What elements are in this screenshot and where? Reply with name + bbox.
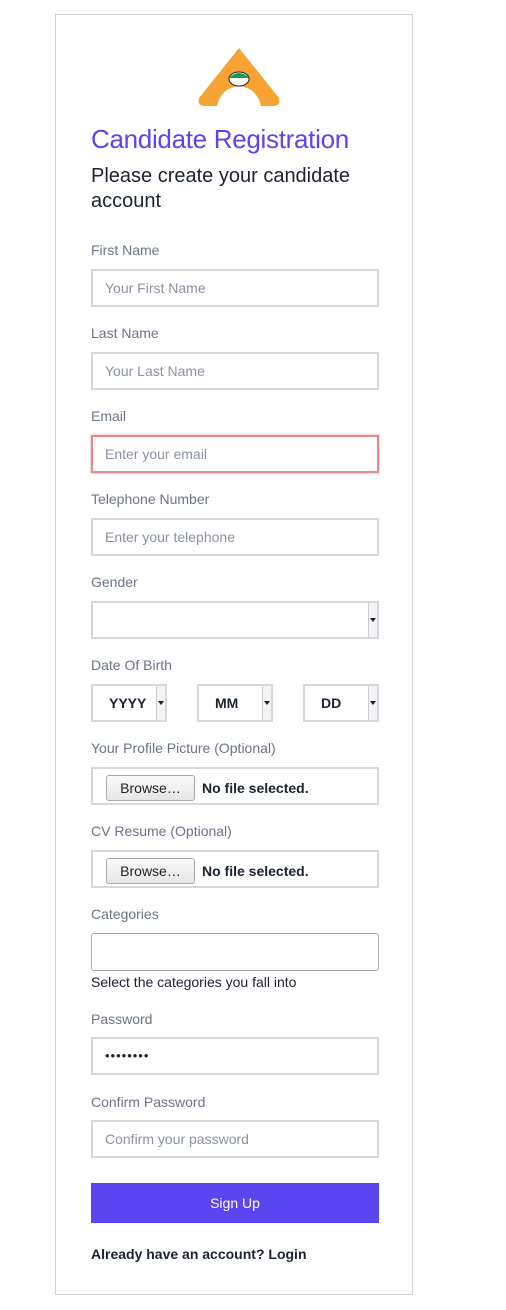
profile-picture-label: Your Profile Picture (Optional) <box>91 740 276 756</box>
first-name-label: First Name <box>91 242 160 258</box>
dob-month-select[interactable]: MM <box>197 684 273 722</box>
password-field[interactable]: •••••••• <box>91 1037 379 1075</box>
profile-picture-browse-button[interactable]: Browse… <box>106 775 195 801</box>
page-title: Candidate Registration <box>91 124 349 154</box>
chevron-down-icon <box>368 603 377 637</box>
telephone-label: Telephone Number <box>91 491 210 507</box>
page-subtitle: Please create your candidate account <box>91 165 351 212</box>
cv-file-input: Browse… No file selected. <box>91 850 379 888</box>
email-label: Email <box>91 408 127 424</box>
arch-logo-icon <box>198 48 280 106</box>
last-name-label: Last Name <box>91 325 159 341</box>
chevron-down-icon <box>262 686 271 720</box>
dob-label: Date Of Birth <box>91 657 172 673</box>
password-label: Password <box>91 1011 153 1027</box>
login-link[interactable]: Already have an account? Login <box>91 1246 307 1262</box>
first-name-field[interactable]: Your First Name <box>91 269 379 307</box>
confirm-password-field[interactable]: Confirm your password <box>91 1120 379 1158</box>
confirm-password-label: Confirm Password <box>91 1094 206 1110</box>
telephone-field[interactable]: Enter your telephone <box>91 518 379 556</box>
dob-day-select[interactable]: DD <box>303 684 379 722</box>
dob-year-select[interactable]: YYYY <box>91 684 167 722</box>
gender-select[interactable] <box>91 601 379 639</box>
dob-day-value: DD <box>321 695 342 711</box>
gender-label: Gender <box>91 574 138 590</box>
categories-label: Categories <box>91 906 159 922</box>
dob-year-value: YYYY <box>109 695 147 711</box>
cv-label: CV Resume (Optional) <box>91 823 232 839</box>
last-name-field[interactable]: Your Last Name <box>91 352 379 390</box>
categories-select[interactable] <box>91 933 379 971</box>
sign-up-button[interactable]: Sign Up <box>91 1183 379 1223</box>
cv-status: No file selected. <box>202 863 309 879</box>
profile-picture-file-input: Browse… No file selected. <box>91 767 379 805</box>
cv-browse-button[interactable]: Browse… <box>106 858 195 884</box>
chevron-down-icon <box>368 686 377 720</box>
dob-month-value: MM <box>215 695 239 711</box>
profile-picture-status: No file selected. <box>202 780 309 796</box>
categories-hint: Select the categories you fall into <box>91 974 297 990</box>
chevron-down-icon <box>156 686 165 720</box>
email-field[interactable]: Enter your email <box>91 435 379 473</box>
